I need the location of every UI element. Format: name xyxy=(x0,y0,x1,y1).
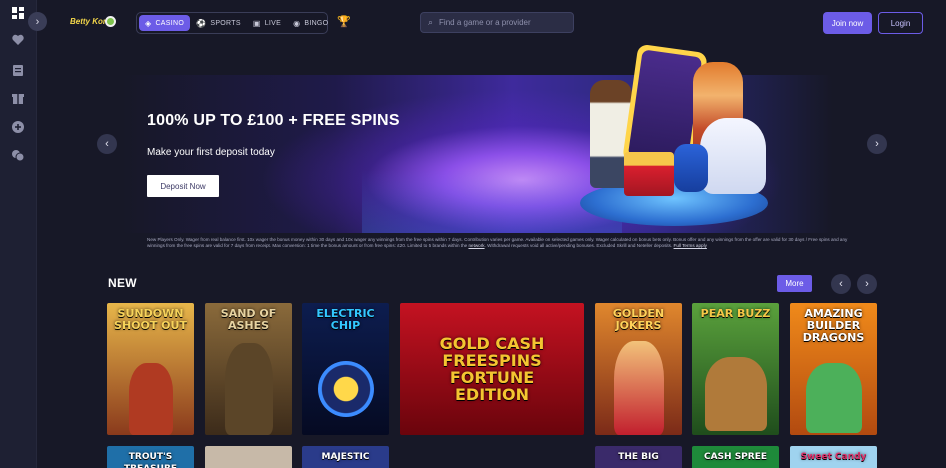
sidebar-expand-button[interactable]: › xyxy=(28,12,47,31)
game-title: AMAZING BUILDER DRAGONS xyxy=(802,307,865,344)
game-tile[interactable]: CASH SPREE xyxy=(692,446,779,468)
join-now-button[interactable]: Join now xyxy=(823,12,872,34)
game-title: PEAR BUZZ xyxy=(700,307,771,320)
game-tile[interactable]: THE BIG xyxy=(595,446,682,468)
banner-robot-art xyxy=(674,144,708,192)
game-art xyxy=(805,363,862,433)
lightning-chip-icon xyxy=(317,361,374,417)
nav-bingo[interactable]: ◉ BINGO xyxy=(287,15,334,31)
chevron-right-icon: › xyxy=(35,15,40,28)
search-bar: ⌕ xyxy=(420,12,574,33)
game-tile[interactable]: MAJESTIC xyxy=(302,446,389,468)
terms-text-tail: . Withdrawal requests void all active/pe… xyxy=(484,242,673,248)
casino-cube-icon: ◈ xyxy=(145,18,152,28)
chevron-left-icon: ‹ xyxy=(839,278,843,290)
login-button[interactable]: Login xyxy=(878,12,923,34)
more-button[interactable]: More xyxy=(777,275,812,292)
game-title: CASH SPREE xyxy=(703,452,768,462)
nav-bingo-label: BINGO xyxy=(304,19,329,27)
logo-mascot-icon xyxy=(105,16,116,27)
promo-title: 100% UP TO £100 + FREE SPINS xyxy=(147,112,400,129)
bingo-ball-icon: ◉ xyxy=(293,18,301,28)
trophy-icon[interactable]: 🏆 xyxy=(337,15,351,28)
game-title: ELECTRIC CHIP xyxy=(316,307,375,332)
promo-terms: New Players Only. Wager from real balanc… xyxy=(147,237,857,248)
nav-casino-label: CASINO xyxy=(155,19,185,27)
plus-circle-icon[interactable] xyxy=(9,118,27,136)
game-title: TROUT'S TREASURE xyxy=(124,452,177,468)
new-next-button[interactable]: › xyxy=(857,274,877,294)
nav-live-label: LIVE xyxy=(264,19,282,27)
game-tile[interactable]: SUNDOWN SHOOT OUT xyxy=(107,303,194,435)
banner-wolf-art xyxy=(700,118,766,194)
section-title-new: NEW xyxy=(108,276,137,290)
game-title: SUNDOWN SHOOT OUT xyxy=(114,307,187,332)
game-tile[interactable] xyxy=(205,446,292,468)
chevron-right-icon: › xyxy=(875,138,879,150)
game-title: Sweet Candy xyxy=(800,452,867,462)
game-title: THE BIG xyxy=(618,452,659,462)
dashboard-icon[interactable] xyxy=(9,4,27,22)
nav-sports-label: SPORTS xyxy=(210,19,241,27)
game-tile[interactable]: GOLDEN JOKERS xyxy=(595,303,682,435)
banner-prev-button[interactable]: ‹ xyxy=(97,134,117,154)
chevron-right-icon: › xyxy=(865,278,869,290)
nav-live[interactable]: ▣ LIVE xyxy=(247,15,287,31)
game-tile[interactable]: SAND OF ASHES xyxy=(205,303,292,435)
game-tile[interactable]: ELECTRIC CHIP xyxy=(302,303,389,435)
nav-casino[interactable]: ◈ CASINO xyxy=(139,15,191,31)
promo-subtitle: Make your first deposit today xyxy=(147,147,275,158)
heart-icon[interactable] xyxy=(9,31,27,49)
banner-next-button[interactable]: › xyxy=(867,134,887,154)
game-tile[interactable]: GOLD CASH FREESPINS FORTUNE EDITION xyxy=(400,303,584,435)
search-icon: ⌕ xyxy=(428,17,434,27)
soccer-ball-icon: ⚽ xyxy=(196,18,207,28)
new-prev-button[interactable]: ‹ xyxy=(831,274,851,294)
game-art xyxy=(224,343,273,435)
gift-icon[interactable] xyxy=(9,89,27,107)
game-title: GOLDEN JOKERS xyxy=(612,307,665,332)
game-art xyxy=(704,357,767,431)
game-tile[interactable]: AMAZING BUILDER DRAGONS xyxy=(790,303,877,435)
sidebar xyxy=(0,0,37,468)
game-title: MAJESTIC xyxy=(321,452,370,462)
chevron-left-icon: ‹ xyxy=(105,138,109,150)
game-title: SAND OF ASHES xyxy=(220,307,277,332)
chips-icon[interactable] xyxy=(9,146,27,164)
game-art xyxy=(128,363,173,435)
game-title: GOLD CASH FREESPINS FORTUNE EDITION xyxy=(439,334,545,404)
deposit-now-button[interactable]: Deposit Now xyxy=(147,175,219,197)
game-tile[interactable]: Sweet Candy xyxy=(790,446,877,468)
site-logo[interactable]: Betty Kong xyxy=(70,12,118,34)
game-art xyxy=(613,341,664,435)
nav-sports[interactable]: ⚽ SPORTS xyxy=(190,15,247,31)
game-tile[interactable]: TROUT'S TREASURE xyxy=(107,446,194,468)
terms-network-link[interactable]: network xyxy=(468,243,484,248)
product-nav: ◈ CASINO ⚽ SPORTS ▣ LIVE ◉ BINGO xyxy=(136,12,328,34)
search-input[interactable] xyxy=(439,18,560,27)
game-tile[interactable]: PEAR BUZZ xyxy=(692,303,779,435)
calendar-list-icon[interactable] xyxy=(9,61,27,79)
live-tv-icon: ▣ xyxy=(252,18,261,28)
full-terms-link[interactable]: Full Terms apply xyxy=(674,243,707,248)
banner-chest-art xyxy=(624,152,674,196)
